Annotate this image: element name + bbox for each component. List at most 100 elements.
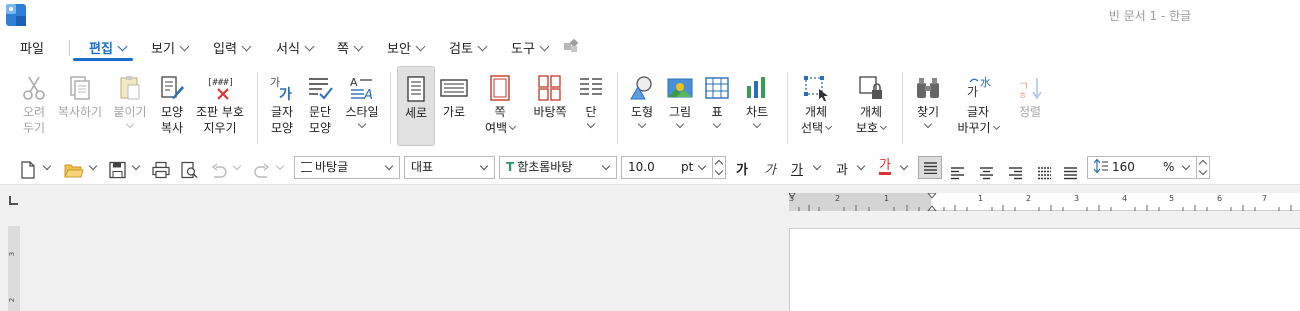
chevron-down-icon[interactable]	[88, 161, 98, 171]
title-bar: 빈 문서 1 - 한글	[0, 0, 1300, 32]
bold-button[interactable]: 가	[736, 159, 748, 178]
document-page[interactable]	[789, 228, 1300, 311]
chevron-down-icon[interactable]	[899, 161, 909, 171]
menu-review[interactable]: 검토	[449, 38, 488, 57]
chevron-down-icon[interactable]	[856, 161, 866, 171]
chevron-down-icon	[675, 119, 685, 129]
distribute-align-icon[interactable]	[1038, 161, 1051, 185]
replace-button[interactable]: 가 水 글자 바꾸기	[955, 66, 1001, 148]
menu-view[interactable]: 보기	[151, 38, 190, 57]
underline-button[interactable]: 가	[791, 159, 803, 178]
open-folder-icon[interactable]	[64, 159, 84, 183]
find-button[interactable]: 찾기	[910, 66, 946, 148]
language-select[interactable]: 대표	[404, 156, 495, 179]
print-preview-icon[interactable]	[180, 158, 198, 182]
landscape-button[interactable]: 가로	[436, 66, 472, 148]
replace-label-2: 바꾸기	[957, 121, 991, 135]
chevron-down-icon[interactable]	[232, 161, 242, 171]
menu-file[interactable]: 파일	[20, 38, 44, 57]
chart-button[interactable]: 차트	[738, 66, 776, 148]
redo-icon[interactable]	[254, 159, 270, 183]
new-document-icon[interactable]	[20, 158, 36, 182]
horizontal-ruler[interactable]: 3 2 1 1 2 3 4 5 6 7	[789, 193, 1300, 211]
shape-button[interactable]: 도형	[624, 66, 660, 148]
menu-security[interactable]: 보안	[387, 38, 426, 57]
menu-tools[interactable]: 도구	[511, 38, 550, 57]
char-shape-button[interactable]: 가 가 글자 모양	[262, 66, 302, 148]
menu-edit[interactable]: 편집	[89, 38, 128, 57]
menu-tools-label: 도구	[511, 42, 535, 57]
master-page-icon	[538, 75, 561, 101]
format-copy-button[interactable]: 모양 복사	[150, 66, 194, 148]
replace-icon: 가 水	[967, 76, 991, 99]
chevron-down-icon	[586, 119, 596, 129]
print-icon[interactable]	[152, 158, 170, 182]
style-select[interactable]: 바탕글	[294, 156, 400, 179]
vertical-ruler[interactable]: 3 2	[8, 226, 20, 311]
select-object-button[interactable]: 개체 선택	[796, 66, 836, 148]
line-spacing-spinner[interactable]	[1196, 156, 1210, 179]
menu-page[interactable]: 쪽	[337, 38, 364, 57]
paragraph-shape-icon	[309, 78, 333, 100]
protect-object-button[interactable]: 개체 보호	[850, 66, 892, 148]
style-button[interactable]: A A 스타일	[340, 66, 384, 148]
protect-object-label-2-wrap: 보호	[850, 120, 892, 136]
chevron-down-icon[interactable]	[42, 161, 52, 171]
ribbon: 오려 두기 복사하기 붙이기 모양 복사 [###] 조판 부호 지우기 가 가…	[0, 66, 1300, 150]
font-select[interactable]: T 함초롬바탕	[499, 156, 617, 179]
puzzle-icon[interactable]	[563, 39, 579, 53]
undo-icon[interactable]	[211, 159, 227, 183]
ruler-number: 6	[1217, 194, 1223, 203]
font-color-button[interactable]: 가	[879, 159, 891, 175]
chevron-down-icon	[477, 41, 488, 52]
menu-insert[interactable]: 입력	[213, 38, 252, 57]
line-spacing-select[interactable]: 160 %	[1087, 156, 1197, 179]
picture-button[interactable]: 그림	[662, 66, 698, 148]
spin-down-icon	[1198, 166, 1208, 176]
sort-button[interactable]: ㄱ ㅎ 정렬	[1010, 66, 1050, 148]
left-align-icon[interactable]	[951, 161, 964, 185]
right-align-icon[interactable]	[1009, 161, 1022, 185]
chevron-down-icon	[539, 41, 550, 52]
tab-stop-icon[interactable]	[9, 196, 18, 205]
chevron-down-icon[interactable]	[131, 161, 141, 171]
style-icon: A A	[350, 76, 373, 102]
chevron-down-icon	[179, 41, 190, 52]
chevron-down-icon	[752, 119, 762, 129]
portrait-button[interactable]: 세로	[397, 66, 435, 146]
split-align-icon[interactable]	[1064, 161, 1077, 185]
font-size-unit: pt	[681, 160, 694, 174]
chevron-down-icon	[304, 41, 315, 52]
chevron-down-icon	[637, 119, 647, 129]
shape-label: 도형	[630, 105, 654, 119]
chevron-down-icon	[509, 122, 517, 131]
paste-label: 붙이기	[113, 105, 147, 119]
font-size-spinner[interactable]	[712, 156, 726, 179]
para-shape-button[interactable]: 문단 모양	[300, 66, 340, 148]
italic-button[interactable]: 가	[764, 159, 776, 178]
master-page-button[interactable]: 바탕쪽	[528, 66, 572, 148]
font-size-select[interactable]: 10.0 pt	[621, 156, 713, 179]
clear-marks-button[interactable]: [###] 조판 부호 지우기	[192, 66, 248, 148]
cut-button[interactable]: 오려 두기	[12, 66, 56, 148]
page-margin-button[interactable]: 쪽 여백	[480, 66, 520, 148]
strikethrough-button[interactable]: 과	[836, 159, 848, 178]
table-button[interactable]: 표	[700, 66, 734, 148]
format-painter-icon	[161, 76, 184, 99]
ruler-number: 2	[835, 194, 841, 203]
chevron-down-icon[interactable]	[812, 161, 822, 171]
paste-button[interactable]: 붙이기	[108, 66, 152, 148]
chevron-down-icon[interactable]	[275, 161, 285, 171]
select-object-label-2: 선택	[800, 121, 824, 135]
cut-label-1: 오려	[22, 105, 46, 119]
justify-align-button[interactable]	[918, 156, 942, 179]
menu-format[interactable]: 서식	[276, 38, 315, 57]
chevron-down-icon	[1181, 161, 1191, 171]
save-icon[interactable]	[109, 158, 126, 182]
copy-button[interactable]: 복사하기	[54, 66, 106, 148]
find-label: 찾기	[916, 105, 940, 119]
center-align-icon[interactable]	[980, 161, 993, 185]
format-copy-label-1: 모양	[160, 105, 184, 119]
style-select-value: 바탕글	[315, 160, 349, 174]
columns-button[interactable]: 단	[574, 66, 608, 148]
